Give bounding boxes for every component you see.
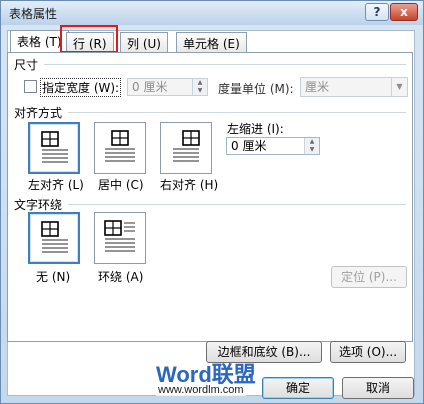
tab-column[interactable]: 列 (U) bbox=[120, 32, 168, 52]
specify-width-checkbox[interactable] bbox=[24, 80, 37, 93]
align-left-icon bbox=[41, 131, 68, 163]
align-left-option[interactable] bbox=[28, 122, 80, 174]
tab-row-highlight bbox=[60, 25, 118, 53]
alignment-section-label: 对齐方式 bbox=[14, 106, 63, 120]
watermark-url: www.wordlm.com bbox=[156, 384, 246, 396]
left-indent-label: 左缩进 (I): bbox=[227, 122, 284, 136]
align-center-label[interactable]: 居中 (C) bbox=[98, 176, 144, 193]
align-right-icon bbox=[173, 130, 200, 162]
size-separator bbox=[44, 64, 406, 65]
left-indent-spinner[interactable]: 0 厘米 ▲ ▼ bbox=[226, 137, 320, 155]
align-right-option[interactable] bbox=[160, 122, 212, 174]
align-left-label[interactable]: 左对齐 (L) bbox=[28, 176, 84, 193]
wrap-around-icon bbox=[104, 220, 135, 252]
wrap-around-label[interactable]: 环绕 (A) bbox=[98, 268, 143, 285]
wrap-around-option[interactable] bbox=[94, 212, 146, 264]
site-watermark: Word联盟 www.wordlm.com bbox=[150, 357, 270, 401]
cancel-button[interactable]: 取消 bbox=[342, 377, 414, 399]
left-indent-spinner-arrows[interactable]: ▲ ▼ bbox=[304, 138, 319, 154]
dialog-title: 表格属性 bbox=[9, 7, 58, 21]
position-button[interactable]: 定位 (P)... bbox=[331, 266, 407, 288]
specify-width-label[interactable]: 指定宽度 (W): bbox=[40, 78, 122, 97]
width-spinner-arrows: ▲ ▼ bbox=[192, 79, 207, 95]
unit-select: 厘米 ▼ bbox=[300, 77, 408, 97]
size-section-label: 尺寸 bbox=[14, 58, 39, 72]
width-value: 0 厘米 bbox=[132, 80, 168, 94]
left-indent-value: 0 厘米 bbox=[231, 139, 267, 153]
spin-down-icon: ▼ bbox=[197, 87, 203, 94]
wrapping-section-label: 文字环绕 bbox=[14, 198, 63, 212]
wrapping-separator bbox=[68, 204, 406, 205]
align-right-label[interactable]: 右对齐 (H) bbox=[160, 176, 218, 193]
title-bar[interactable]: 表格属性 ? x bbox=[1, 1, 423, 25]
align-center-icon bbox=[105, 130, 135, 162]
tab-cell[interactable]: 单元格 (E) bbox=[176, 32, 247, 52]
spin-down-icon[interactable]: ▼ bbox=[305, 146, 319, 154]
unit-value: 厘米 bbox=[305, 80, 330, 94]
ok-button[interactable]: 确定 bbox=[262, 377, 334, 399]
options-button[interactable]: 选项 (O)... bbox=[330, 341, 406, 363]
wrap-none-icon bbox=[41, 221, 68, 253]
help-button[interactable]: ? bbox=[365, 3, 389, 21]
close-button[interactable]: x bbox=[390, 3, 418, 21]
spin-up-icon: ▲ bbox=[197, 79, 203, 86]
unit-label: 度量单位 (M): bbox=[218, 82, 294, 96]
wrap-none-option[interactable] bbox=[28, 212, 80, 264]
spin-up-icon[interactable]: ▲ bbox=[305, 138, 319, 146]
width-spinner: 0 厘米 ▲ ▼ bbox=[127, 78, 208, 96]
wrap-none-label[interactable]: 无 (N) bbox=[36, 268, 70, 285]
alignment-separator bbox=[68, 112, 406, 113]
align-center-option[interactable] bbox=[94, 122, 146, 174]
chevron-down-icon: ▼ bbox=[391, 78, 407, 96]
